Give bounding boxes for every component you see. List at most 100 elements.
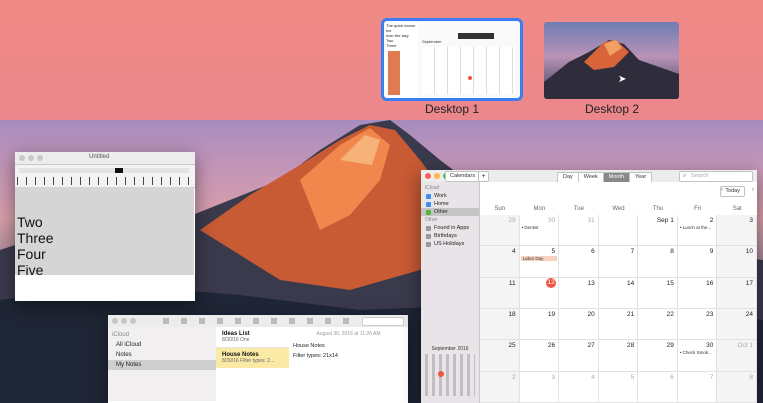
day-cell[interactable]: 28 [598,340,639,372]
day-cell[interactable]: 9 [677,246,718,278]
day-cell[interactable]: 4 [480,246,520,278]
desktop-1-label[interactable]: Desktop 1 [382,102,522,116]
textedit-window[interactable]: Untitled Two Three Four Five [15,152,195,301]
calendar-item-work[interactable]: Work [421,192,479,200]
day-cell[interactable]: 3 [519,371,560,403]
day-cell[interactable]: 7 [598,246,639,278]
tab-year[interactable]: Year [630,173,651,182]
note-item[interactable]: Ideas List 8/30/16 One [216,327,289,348]
checkbox-icon[interactable] [426,209,431,215]
format-toolbar[interactable] [19,168,189,173]
minimize-button[interactable] [28,155,34,161]
note-item-selected[interactable]: House Notes 8/30/16 Filter types: 2... [216,348,289,368]
day-cell[interactable]: 25 [480,340,520,372]
search-field[interactable]: ⌕ Search [679,171,753,182]
day-cell[interactable] [598,215,639,247]
tab-week[interactable]: Week [579,173,604,182]
day-cell[interactable]: 7 [677,371,718,403]
day-cell[interactable]: 15 [638,277,678,309]
textedit-titlebar[interactable]: Untitled [15,152,195,165]
day-cell[interactable]: 20 [559,309,599,341]
day-cell[interactable]: 8 [717,371,757,403]
day-cell[interactable]: 12 [519,277,560,309]
notes-window[interactable]: iCloud All iCloud Notes My Notes Ideas L… [108,315,408,403]
zoom-button[interactable] [130,318,136,324]
checkbox-icon[interactable] [426,193,431,199]
tab-day[interactable]: Day [558,173,579,182]
day-cell[interactable]: 21 [598,309,639,341]
day-cell[interactable]: 30 • Dentist [519,215,560,247]
day-cell[interactable]: 5 [598,371,639,403]
note-editor[interactable]: August 30, 2016 at 11:26 AM House Notes … [289,327,408,401]
calendar-item-us-holidays[interactable]: US Holidays [421,240,479,248]
mini-calendar[interactable]: September 2016 [423,346,477,400]
desktop-1-thumbnail[interactable]: The quick brown fox over the lazy Two Th… [381,18,523,101]
desktop-2-thumbnail[interactable]: ➤ [544,22,679,99]
notes-toolbar-icons[interactable] [163,318,353,324]
format-ruler[interactable] [15,165,195,188]
tab-month[interactable]: Month [603,173,631,182]
folder-all-icloud[interactable]: All iCloud [108,340,216,350]
color-swatch[interactable] [115,168,123,173]
day-cell[interactable]: 16 [677,277,718,309]
day-cell[interactable]: 5 Labor Day [519,246,560,278]
day-cell[interactable]: 6 [559,246,599,278]
mini-day-grid[interactable] [425,354,475,396]
desktop-2-label[interactable]: Desktop 2 [542,102,682,116]
search-field[interactable] [362,317,404,326]
day-cell[interactable]: Oct 1 [717,340,757,372]
day-cell[interactable]: 19 [519,309,560,341]
calendar-item-home[interactable]: Home [421,200,479,208]
minimize-button[interactable] [121,318,127,324]
close-button[interactable] [19,155,25,161]
zoom-button[interactable] [37,155,43,161]
day-cell[interactable]: 10 [717,246,757,278]
event-item[interactable]: Labor Day [520,256,558,262]
day-cell[interactable]: 14 [598,277,639,309]
day-cell[interactable]: 6 [638,371,678,403]
day-cell[interactable]: 29 [638,340,678,372]
calendar-item-found-in-apps[interactable]: Found in Apps [421,224,479,232]
checkbox-icon[interactable] [426,201,431,207]
day-cell[interactable]: 24 [717,309,757,341]
day-cell[interactable]: 2 • Lunch at the... [677,215,718,247]
day-cell[interactable]: 29 [480,215,520,247]
day-cell[interactable]: 18 [480,309,520,341]
today-button[interactable]: Today [720,186,745,197]
minimize-button[interactable] [434,173,440,179]
checkbox-icon[interactable] [426,225,431,231]
calendar-window[interactable]: Calendars + Day Week Month Year ⌕ Search… [421,170,757,403]
day-cell[interactable]: 26 [519,340,560,372]
checkbox-icon[interactable] [426,233,431,239]
folder-notes[interactable]: Notes [108,350,216,360]
calendars-button[interactable]: Calendars [445,171,481,182]
document-body[interactable]: Two Three Four Five [15,187,194,278]
close-button[interactable] [425,173,431,179]
day-cell[interactable]: 3 [717,215,757,247]
calendar-item-other[interactable]: Other [421,208,479,216]
day-cell[interactable]: 17 [717,277,757,309]
event-item[interactable]: • Lunch at the... [680,225,711,230]
day-cell[interactable]: 13 [559,277,599,309]
day-cell[interactable]: 4 [559,371,599,403]
window-title: Untitled [89,154,110,160]
day-cell[interactable]: 22 [638,309,678,341]
folder-my-notes[interactable]: My Notes [108,360,216,370]
close-button[interactable] [112,318,118,324]
day-cell[interactable]: 23 [677,309,718,341]
day-cell[interactable]: 31 [559,215,599,247]
day-cell[interactable]: 8 [638,246,678,278]
day-cell[interactable]: 2 [480,371,520,403]
sidebar-header: iCloud [112,332,130,338]
add-event-button[interactable]: + [478,171,489,182]
calendar-item-birthdays[interactable]: Birthdays [421,232,479,240]
event-item[interactable]: • Dentist [522,225,539,230]
day-cell[interactable]: 11 [480,277,520,309]
next-month-icon[interactable]: › [752,187,754,193]
day-number: 26 [547,342,556,350]
day-cell[interactable]: 27 [559,340,599,372]
checkbox-icon[interactable] [426,241,431,247]
event-item[interactable]: • Check Smok... [680,350,712,355]
day-cell[interactable]: Sep 1 [638,215,678,247]
day-cell[interactable]: 30 • Check Smok... [677,340,718,372]
